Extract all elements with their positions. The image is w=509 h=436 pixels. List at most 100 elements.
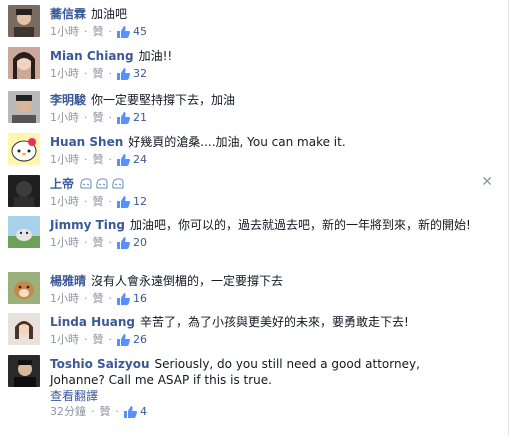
- comment-meta: 1小時 · 贊 · 20: [50, 235, 474, 251]
- like-link[interactable]: 贊: [93, 152, 104, 168]
- avatar[interactable]: [8, 175, 40, 207]
- comment-item: 李明駿 你一定要堅持撐下去，加油 1小時 · 贊 · 21: [0, 86, 508, 128]
- separator: ·: [84, 195, 88, 208]
- see-translation-link[interactable]: 查看翻譯: [50, 388, 474, 404]
- like-count[interactable]: 16: [133, 291, 147, 307]
- comment-meta: 1小時 · 贊 · 16: [50, 291, 474, 307]
- like-link[interactable]: 贊: [93, 66, 104, 82]
- separator: ·: [91, 405, 95, 418]
- separator: ·: [84, 153, 88, 166]
- emoticon-icon: [112, 178, 124, 189]
- comment-time[interactable]: 32分鐘: [50, 404, 86, 420]
- comment-author[interactable]: Toshio Saizyou: [50, 357, 150, 371]
- avatar[interactable]: [8, 5, 40, 37]
- separator: ·: [108, 333, 113, 346]
- comment-time[interactable]: 1小時: [50, 152, 79, 168]
- comment-author[interactable]: Jimmy Ting: [50, 218, 125, 232]
- comment-meta: 1小時 · 贊 · 32: [50, 66, 474, 82]
- separator: ·: [108, 292, 113, 305]
- comment-author[interactable]: 蕎信霖: [50, 7, 86, 21]
- comment-text: 好幾頁的滄桑....加油, You can make it.: [128, 135, 346, 149]
- thumbs-up-icon[interactable]: [117, 293, 130, 305]
- comment-author[interactable]: 上帝: [50, 177, 74, 191]
- like-link[interactable]: 贊: [93, 291, 104, 307]
- separator: ·: [115, 405, 120, 418]
- avatar[interactable]: [8, 313, 40, 345]
- thumbs-up-icon[interactable]: [117, 68, 130, 80]
- like-count[interactable]: 12: [133, 194, 147, 210]
- comment-text: 加油吧: [91, 7, 128, 21]
- separator: ·: [108, 236, 113, 249]
- comment-author[interactable]: 楊雅晴: [50, 274, 86, 288]
- comment-meta: 1小時 · 贊 · 45: [50, 24, 474, 40]
- separator: ·: [84, 333, 88, 346]
- avatar[interactable]: [8, 272, 40, 304]
- like-link[interactable]: 贊: [93, 235, 104, 251]
- comment-time[interactable]: 1小時: [50, 235, 79, 251]
- comment-time[interactable]: 1小時: [50, 24, 79, 40]
- comment-item: Mian Chiang 加油!! 1小時 · 贊 · 32: [0, 42, 508, 86]
- separator: ·: [108, 111, 113, 124]
- thumbs-up-icon[interactable]: [117, 237, 130, 249]
- comment-meta: 1小時 · 贊 · 26: [50, 332, 474, 348]
- like-count[interactable]: 24: [133, 152, 147, 168]
- avatar[interactable]: [8, 133, 40, 165]
- comment-meta: 32分鐘 · 贊 · 4: [50, 404, 474, 420]
- thumbs-up-icon[interactable]: [117, 334, 130, 346]
- comment-meta: 1小時 · 贊 · 12: [50, 194, 474, 210]
- like-link[interactable]: 贊: [93, 110, 104, 126]
- thumbs-up-icon[interactable]: [117, 196, 130, 208]
- avatar[interactable]: [8, 91, 40, 123]
- like-count[interactable]: 20: [133, 235, 147, 251]
- avatar[interactable]: [8, 355, 40, 387]
- like-count[interactable]: 21: [133, 110, 147, 126]
- separator: ·: [84, 111, 88, 124]
- like-link[interactable]: 贊: [93, 194, 104, 210]
- thumbs-up-icon[interactable]: [117, 26, 130, 38]
- comment-item: 楊雅晴 沒有人會永遠倒楣的，一定要撐下去 1小時 · 贊 · 16: [0, 267, 508, 308]
- comment-time[interactable]: 1小時: [50, 194, 79, 210]
- comment-item: Jimmy Ting 加油吧，你可以的，過去就過去吧，新的一年將到來，新的開始! …: [0, 211, 508, 267]
- comment-time[interactable]: 1小時: [50, 291, 79, 307]
- comment-item: Huan Shen 好幾頁的滄桑....加油, You can make it. …: [0, 128, 508, 170]
- comment-text: 加油!!: [138, 49, 173, 63]
- separator: ·: [84, 236, 88, 249]
- comment-author[interactable]: Mian Chiang: [50, 49, 134, 63]
- separator: ·: [84, 67, 88, 80]
- comment-author[interactable]: Huan Shen: [50, 135, 123, 149]
- like-link[interactable]: 贊: [100, 404, 111, 420]
- comment-time[interactable]: 1小時: [50, 66, 79, 82]
- like-count[interactable]: 32: [133, 66, 147, 82]
- like-link[interactable]: 贊: [93, 332, 104, 348]
- comment-item: Toshio Saizyou Seriously, do you still ne…: [0, 350, 508, 430]
- close-icon[interactable]: ✕: [481, 174, 493, 190]
- comment-text: 加油吧，你可以的，過去就過去吧，新的一年將到來，新的開始!: [130, 218, 471, 232]
- avatar[interactable]: [8, 216, 40, 248]
- thumbs-up-icon[interactable]: [117, 154, 130, 166]
- comment-list: 蕎信霖 加油吧 1小時 · 贊 · 45 Mian Chiang 加油!! 1小時 · 贊…: [0, 0, 508, 430]
- like-count[interactable]: 45: [133, 24, 147, 40]
- comment-text: 辛苦了，為了小孩與更美好的未來，要勇敢走下去!: [139, 315, 409, 329]
- comment-text: 沒有人會永遠倒楣的，一定要撐下去: [91, 274, 284, 288]
- comment-meta: 1小時 · 贊 · 24: [50, 152, 474, 168]
- like-count[interactable]: 26: [133, 332, 147, 348]
- avatar[interactable]: [8, 47, 40, 79]
- separator: ·: [84, 292, 88, 305]
- comment-item: 蕎信霖 加油吧 1小時 · 贊 · 45: [0, 0, 508, 42]
- like-count[interactable]: 4: [140, 404, 147, 420]
- comment-text: 你一定要堅持撐下去，加油: [91, 93, 236, 107]
- comment-item: 上帝 1小時 · 贊 · 12: [0, 170, 508, 211]
- separator: ·: [108, 67, 113, 80]
- thumbs-up-icon[interactable]: [117, 112, 130, 124]
- comment-time[interactable]: 1小時: [50, 110, 79, 126]
- emoticon-icon: [80, 178, 92, 189]
- comment-author[interactable]: Linda Huang: [50, 315, 135, 329]
- thumbs-up-icon[interactable]: [124, 406, 137, 418]
- separator: ·: [84, 25, 88, 38]
- comment-meta: 1小時 · 贊 · 21: [50, 110, 474, 126]
- like-link[interactable]: 贊: [93, 24, 104, 40]
- comment-item: Linda Huang 辛苦了，為了小孩與更美好的未來，要勇敢走下去! 1小時 · …: [0, 308, 508, 350]
- emoticon-icon: [96, 178, 108, 189]
- comment-time[interactable]: 1小時: [50, 332, 79, 348]
- comment-author[interactable]: 李明駿: [50, 93, 86, 107]
